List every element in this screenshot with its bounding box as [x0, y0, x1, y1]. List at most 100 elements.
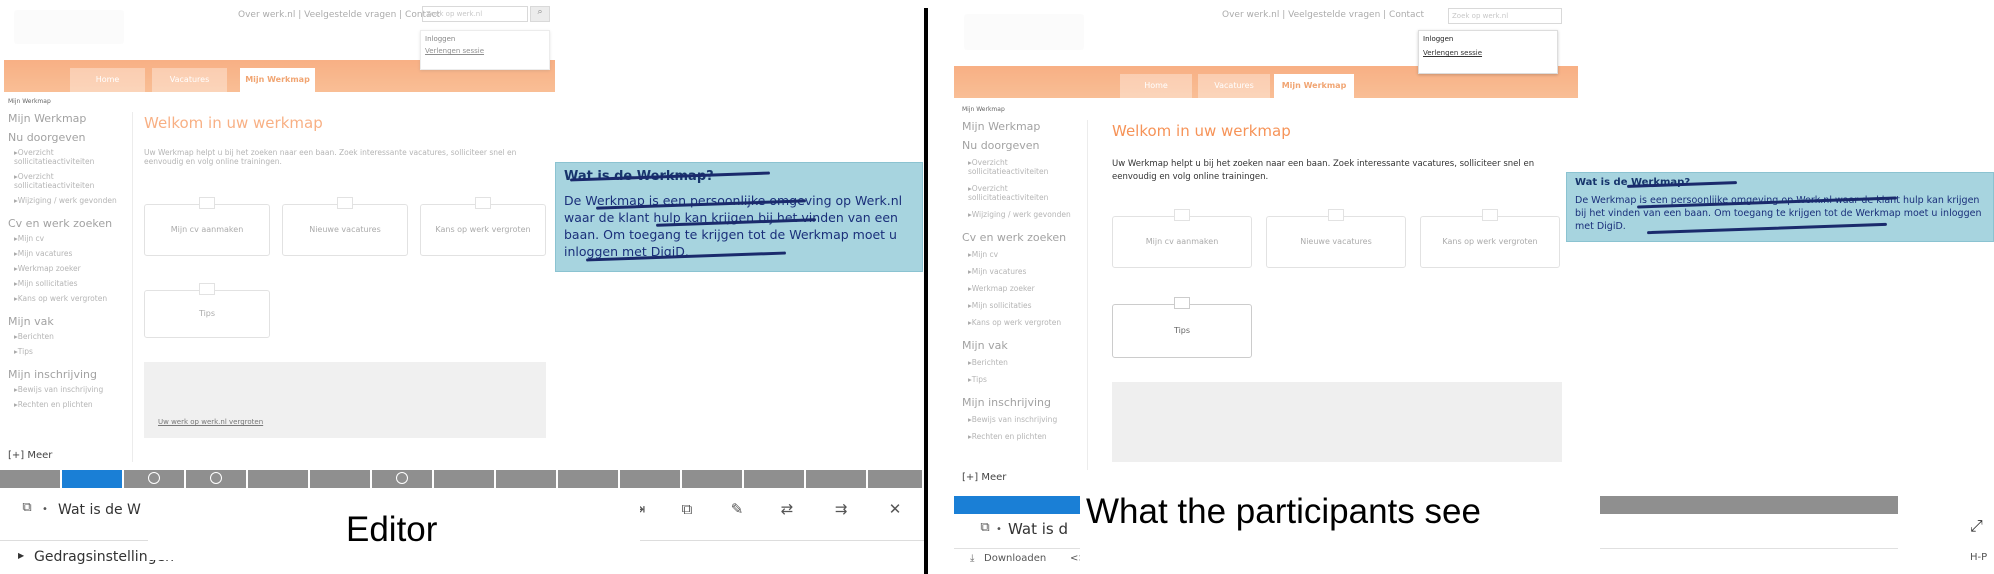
step-title[interactable]: Wat is de W: [58, 502, 141, 518]
caption-editor: Editor: [346, 510, 438, 549]
search-box[interactable]: Zoek op werk.nl: [422, 6, 528, 22]
timeline-step[interactable]: [186, 470, 248, 488]
tile-kans[interactable]: Kans op werk vergroten: [420, 197, 546, 256]
timeline-step[interactable]: [124, 470, 186, 488]
sidebar-item[interactable]: Mijn sollicitaties: [14, 279, 132, 288]
sidebar-heading[interactable]: Mijn Werkmap: [8, 112, 132, 125]
sidebar-item[interactable]: Mijn vacatures: [14, 249, 132, 258]
tile-cv[interactable]: Mijn cv aanmaken: [1112, 209, 1252, 268]
timeline-step[interactable]: [0, 470, 62, 488]
sidebar-item[interactable]: Overzicht sollicitatieactiviteiten: [14, 172, 132, 190]
sidebar-item[interactable]: Kans op werk vergroten: [14, 294, 132, 303]
breadcrumb[interactable]: Mijn Werkmap: [8, 98, 51, 105]
document-icon: [199, 197, 215, 209]
more-link[interactable]: [+] Meer: [962, 472, 1006, 483]
tab-mijn-werkmap[interactable]: Mijn Werkmap: [240, 68, 315, 92]
sidebar-heading: Cv en werk zoeken: [8, 217, 113, 230]
login-popup-link[interactable]: Verlengen sessie: [425, 47, 545, 55]
bullet: •: [42, 504, 48, 515]
tile-label: Tips: [198, 309, 216, 318]
tile-vacatures[interactable]: Nieuwe vacatures: [282, 197, 408, 256]
download-icon[interactable]: ⤓: [970, 553, 974, 564]
login-popup: Inloggen Verlengen sessie: [1418, 30, 1558, 74]
download-button[interactable]: Downloaden: [984, 553, 1046, 564]
timeline-step-active[interactable]: [62, 470, 124, 488]
tab-vacatures[interactable]: Vacatures: [1198, 74, 1270, 98]
tile-label: Kans op werk vergroten: [1442, 237, 1538, 246]
copy-icon[interactable]: ⧉: [16, 500, 38, 518]
timeline-step[interactable]: [310, 470, 372, 488]
sidebar-item[interactable]: Mijn cv: [968, 250, 1087, 259]
timeline-step[interactable]: [620, 470, 682, 488]
tab-home[interactable]: Home: [70, 68, 145, 92]
duplicate-icon[interactable]: ⧉: [676, 500, 698, 518]
breadcrumb[interactable]: Mijn Werkmap: [962, 106, 1005, 113]
top-nav[interactable]: Over werk.nl | Veelgestelde vragen | Con…: [1222, 10, 1424, 20]
timeline-step[interactable]: [744, 470, 806, 488]
sidebar-item[interactable]: Kans op werk vergroten: [968, 318, 1087, 327]
timeline-step[interactable]: [434, 470, 496, 488]
copy-icon[interactable]: ⧉: [974, 520, 996, 538]
sidebar-item[interactable]: Overzicht sollicitatieactiviteiten: [14, 148, 132, 166]
minus-star-icon[interactable]: −★: [1914, 496, 1935, 510]
timeline-step[interactable]: [682, 470, 744, 488]
timeline-step[interactable]: [558, 470, 620, 488]
tile-cv[interactable]: Mijn cv aanmaken: [144, 197, 270, 256]
tab-home[interactable]: Home: [1120, 74, 1192, 98]
site-logo: [964, 14, 1084, 50]
welcome-title: Welkom in uw werkmap: [144, 114, 323, 132]
fullscreen-icon[interactable]: ⤢: [1970, 516, 1983, 536]
info-panel-link[interactable]: Uw werk op werk.nl vergroten: [158, 418, 263, 426]
search-icon[interactable]: ⌕: [530, 6, 550, 22]
step-timeline[interactable]: [0, 470, 924, 488]
sidebar-item[interactable]: Rechten en plichten: [14, 400, 132, 409]
tab-mijn-werkmap[interactable]: Mijn Werkmap: [1274, 74, 1354, 98]
sidebar-item[interactable]: Tips: [968, 375, 1087, 384]
tile-vacatures[interactable]: Nieuwe vacatures: [1266, 209, 1406, 268]
login-popup-link[interactable]: Verlengen sessie: [1423, 49, 1553, 57]
sidebar-item[interactable]: Berichten: [14, 332, 132, 341]
tab-vacatures[interactable]: Vacatures: [152, 68, 227, 92]
timeline-step[interactable]: [248, 470, 310, 488]
site-header: Over werk.nl | Veelgestelde vragen | Con…: [0, 0, 555, 92]
sidebar-item[interactable]: Tips: [14, 347, 132, 356]
sidebar-item[interactable]: Mijn sollicitaties: [968, 301, 1087, 310]
sidebar-item[interactable]: Werkmap zoeker: [14, 264, 132, 273]
sidebar-item[interactable]: Overzicht sollicitatieactiviteiten: [968, 184, 1087, 202]
sidebar-item[interactable]: Berichten: [968, 358, 1087, 367]
close-icon[interactable]: ✕: [884, 500, 906, 518]
screen-swap-icon[interactable]: ⇄: [776, 500, 798, 518]
sidebar-item[interactable]: Wijziging / werk gevonden: [968, 210, 1087, 219]
site-logo: [14, 10, 124, 44]
sidebar-item[interactable]: Werkmap zoeker: [968, 284, 1087, 293]
sidebar-heading[interactable]: Mijn Werkmap: [962, 120, 1087, 133]
tile-label: Mijn cv aanmaken: [170, 225, 244, 234]
edit-share-icon[interactable]: ✎: [726, 500, 748, 518]
document-icon: [337, 197, 353, 209]
sidebar-heading: Nu doorgeven: [8, 131, 86, 144]
sidebar-item[interactable]: Mijn cv: [14, 234, 132, 243]
timeline-step[interactable]: [868, 470, 924, 488]
intro-text: Uw Werkmap helpt u bij het zoeken naar e…: [144, 148, 517, 166]
document-icon: [199, 283, 215, 295]
tile-tips[interactable]: Tips: [1112, 297, 1252, 358]
timeline-step[interactable]: [372, 470, 434, 488]
document-icon: [1174, 297, 1190, 309]
tile-kans[interactable]: Kans op werk vergroten: [1420, 209, 1560, 268]
login-popup-text: Inloggen: [1423, 35, 1454, 43]
top-nav[interactable]: Over werk.nl | Veelgestelde vragen | Con…: [238, 10, 440, 20]
timeline-step[interactable]: [806, 470, 868, 488]
sidebar-item[interactable]: Rechten en plichten: [968, 432, 1087, 441]
sidebar-item[interactable]: Wijziging / werk gevonden: [14, 196, 132, 205]
step-title[interactable]: Wat is d: [1008, 520, 1068, 538]
sidebar-item[interactable]: Mijn vacatures: [968, 267, 1087, 276]
caret-right-icon: ▶: [18, 551, 25, 560]
sidebar-item[interactable]: Bewijs van inschrijving: [968, 415, 1087, 424]
more-link[interactable]: [+] Meer: [8, 450, 52, 461]
sidebar-item[interactable]: Overzicht sollicitatieactiviteiten: [968, 158, 1087, 176]
timeline-step[interactable]: [496, 470, 558, 488]
sidebar-item[interactable]: Bewijs van inschrijving: [14, 385, 132, 394]
search-box[interactable]: Zoek op werk.nl: [1448, 8, 1562, 24]
screen-arrow-icon[interactable]: ⇉: [830, 500, 852, 518]
tile-tips[interactable]: Tips: [144, 283, 270, 338]
